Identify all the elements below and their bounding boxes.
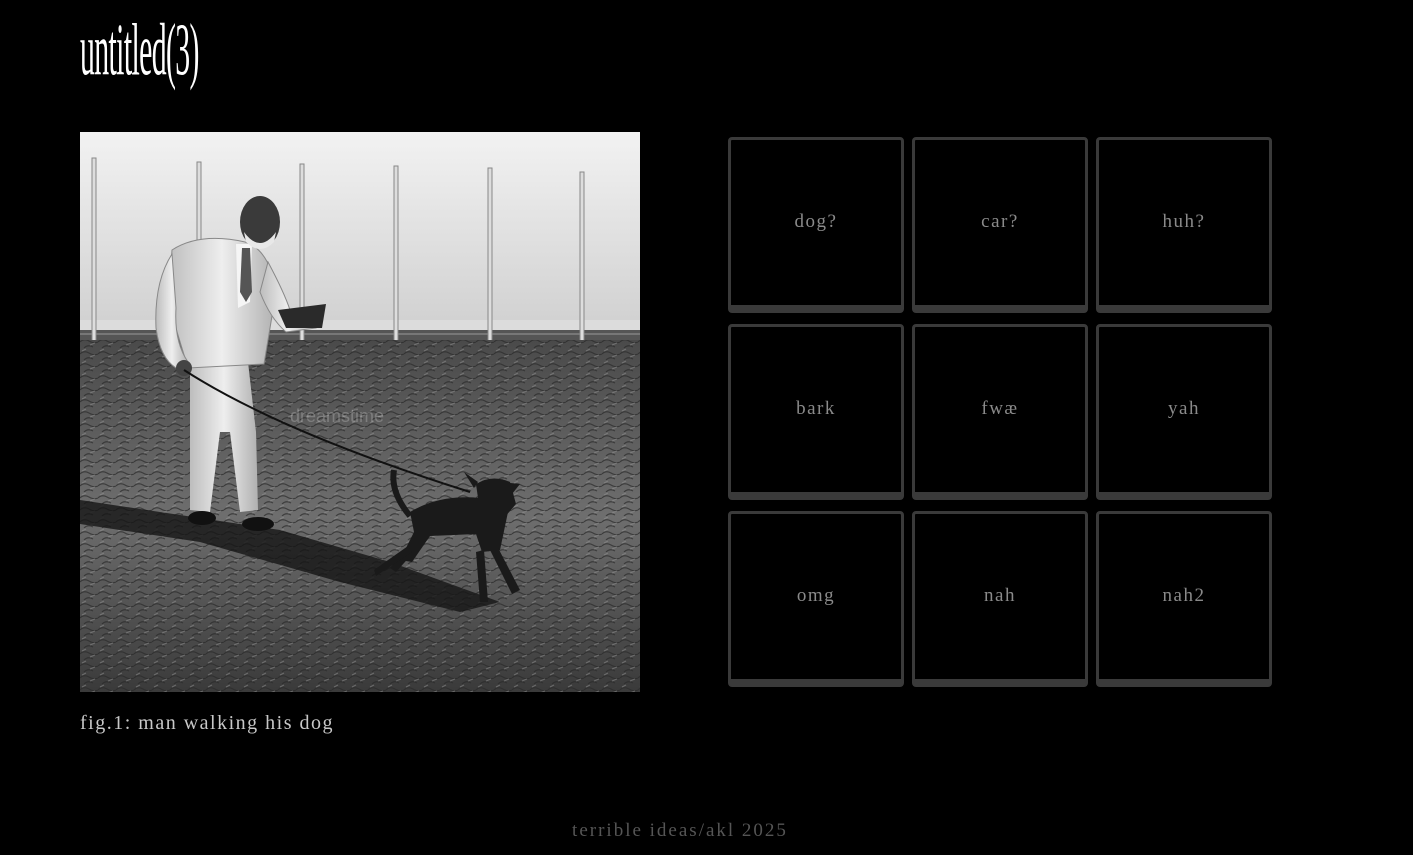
- page-title: untitled(3): [80, 9, 199, 92]
- figure-caption: fig.1: man walking his dog: [80, 712, 334, 734]
- watermark: dreamstime: [290, 406, 384, 426]
- dog-button[interactable]: dog?: [728, 137, 904, 313]
- bark-button[interactable]: bark: [728, 324, 904, 500]
- yah-button[interactable]: yah: [1096, 324, 1272, 500]
- man-walking-dog-photo: dreamstime: [80, 132, 640, 692]
- nah-button[interactable]: nah: [912, 511, 1088, 687]
- huh-button[interactable]: huh?: [1096, 137, 1272, 313]
- car-button[interactable]: car?: [912, 137, 1088, 313]
- nah2-button[interactable]: nah2: [1096, 511, 1272, 687]
- footer-credit: terrible ideas/akl 2025: [572, 820, 788, 841]
- button-grid: dog? car? huh? bark fwæ yah omg nah nah2: [728, 137, 1272, 687]
- fwae-button[interactable]: fwæ: [912, 324, 1088, 500]
- omg-button[interactable]: omg: [728, 511, 904, 687]
